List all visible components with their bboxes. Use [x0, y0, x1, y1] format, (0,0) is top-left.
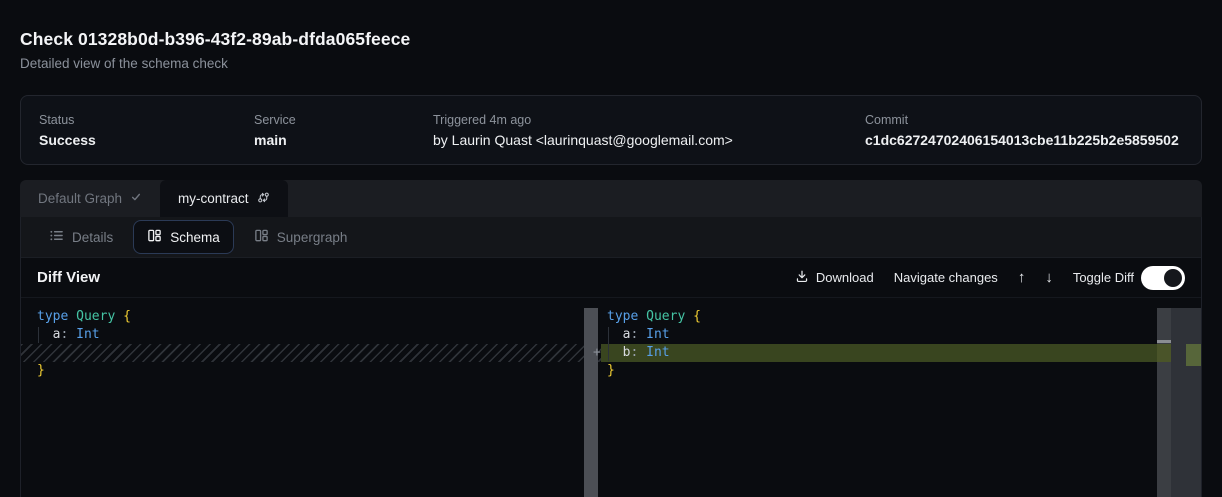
toggle-diff-label: Toggle Diff	[1073, 270, 1134, 285]
service-label: Service	[254, 113, 433, 127]
original-code: type Query { a: Int}	[21, 308, 601, 380]
tab-supergraph[interactable]: Supergraph	[240, 220, 362, 254]
check-summary-card: Status Success Service main Triggered 4m…	[20, 95, 1202, 165]
tab-default-graph[interactable]: Default Graph	[20, 180, 160, 217]
tab-details[interactable]: Details	[35, 220, 127, 254]
triggered-field: Triggered 4m ago by Laurin Quast <laurin…	[433, 113, 865, 148]
scrollbar-thumb[interactable]	[1157, 308, 1171, 497]
check-icon	[130, 191, 142, 206]
original-scrollbar[interactable]	[584, 308, 598, 497]
download-button[interactable]: Download	[795, 269, 874, 286]
view-tab-bar: Details Schema Supergraph	[21, 217, 1201, 258]
diff-controls: Download Navigate changes ↑ ↓ Toggle Dif…	[795, 266, 1185, 290]
status-label: Status	[39, 113, 254, 127]
tab-supergraph-label: Supergraph	[277, 230, 348, 245]
diff-editor: type Query { a: Int} + type Query { a: I…	[21, 298, 1201, 497]
list-icon	[49, 228, 64, 246]
download-label: Download	[816, 270, 874, 285]
tab-schema-label: Schema	[170, 230, 220, 245]
added-code-line: b: Int	[601, 344, 1157, 362]
indent-guide	[38, 327, 39, 343]
code-line: a: Int	[601, 326, 1201, 344]
code-line: }	[601, 362, 1201, 380]
commit-value: c1dc62724702406154013cbe11b225b2e5859502	[865, 132, 1183, 148]
tab-my-contract-label: my-contract	[178, 191, 249, 206]
diff-view-title: Diff View	[37, 269, 100, 286]
status-field: Status Success	[39, 113, 254, 148]
next-change-button[interactable]: ↓	[1045, 269, 1053, 286]
overview-cursor-tick	[1157, 340, 1171, 343]
service-field: Service main	[254, 113, 433, 148]
page-subtitle: Detailed view of the schema check	[20, 55, 1202, 72]
panels-icon	[147, 228, 162, 246]
hatch-filler-line	[21, 344, 601, 362]
graph-tab-bar: Default Graph my-contract	[20, 180, 1202, 217]
tab-details-label: Details	[72, 230, 113, 245]
commit-label: Commit	[865, 113, 1183, 127]
indent-guide	[608, 327, 609, 361]
git-compare-icon	[257, 191, 270, 207]
code-line: a: Int	[21, 326, 601, 344]
code-line: }	[21, 362, 601, 380]
toggle-diff-switch[interactable]	[1141, 266, 1185, 290]
switch-knob	[1164, 269, 1182, 287]
navigate-changes-button[interactable]: Navigate changes	[894, 270, 998, 285]
modified-scrollbar[interactable]	[1157, 308, 1201, 497]
code-line: type Query {	[21, 308, 601, 326]
page: Check 01328b0d-b396-43f2-89ab-dfda065fee…	[0, 0, 1222, 497]
triggered-label: Triggered 4m ago	[433, 113, 865, 127]
modified-code: type Query { a: Int b: Int}	[601, 308, 1201, 380]
download-icon	[795, 269, 809, 286]
code-line: type Query {	[601, 308, 1201, 326]
tab-default-graph-label: Default Graph	[38, 191, 122, 206]
commit-field: Commit c1dc62724702406154013cbe11b225b2e…	[865, 113, 1183, 148]
panels-icon	[254, 228, 269, 246]
service-value: main	[254, 132, 433, 148]
tab-schema[interactable]: Schema	[133, 220, 234, 254]
navigate-changes-label: Navigate changes	[894, 270, 998, 285]
added-line-thumb-tint	[1157, 344, 1171, 362]
previous-change-button[interactable]: ↑	[1018, 269, 1026, 286]
diff-toolbar: Diff View Download Navigate changes ↑ ↓ …	[21, 258, 1201, 298]
page-title: Check 01328b0d-b396-43f2-89ab-dfda065fee…	[20, 28, 1202, 50]
added-line-marker: +	[593, 344, 605, 362]
added-change-overview-marker	[1186, 344, 1201, 366]
tab-my-contract[interactable]: my-contract	[160, 180, 288, 217]
check-detail-panel: Details Schema Supergraph Diff View	[20, 217, 1202, 497]
status-value: Success	[39, 132, 254, 148]
diff-pane-original[interactable]: type Query { a: Int}	[21, 298, 601, 497]
diff-pane-modified[interactable]: type Query { a: Int b: Int}	[601, 298, 1201, 497]
triggered-value: by Laurin Quast <laurinquast@googlemail.…	[433, 132, 865, 148]
toggle-diff-control: Toggle Diff	[1073, 266, 1185, 290]
